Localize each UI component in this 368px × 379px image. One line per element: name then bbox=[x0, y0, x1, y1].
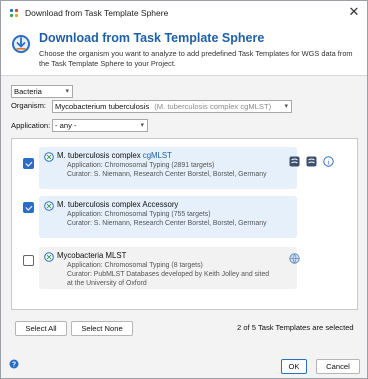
dialog-description: Choose the organism you want to analyze … bbox=[39, 49, 353, 68]
application-value: - any - bbox=[55, 121, 77, 130]
dialog-title: Download from Task Template Sphere bbox=[39, 31, 265, 45]
template-icon bbox=[44, 201, 54, 211]
template-application: Application: Chromosomal Typing (2891 ta… bbox=[67, 162, 215, 169]
dialog-footer bbox=[1, 352, 367, 378]
template-name: Mycobacteria MLST bbox=[57, 251, 127, 260]
database-link-icon[interactable] bbox=[289, 156, 300, 167]
template-card[interactable]: M. tuberculosis complex cgMLST Applicati… bbox=[39, 147, 297, 189]
list-item[interactable]: M. tuberculosis complex Accessory Applic… bbox=[12, 196, 357, 246]
svg-text:?: ? bbox=[12, 362, 16, 369]
organism-label: Organism: bbox=[11, 101, 47, 110]
organism-value: Mycobacterium tuberculosis bbox=[55, 102, 150, 111]
select-all-button[interactable]: Select All bbox=[15, 321, 67, 336]
chevron-down-icon: ▾ bbox=[140, 122, 144, 129]
title-bar: Download from Task Template Sphere ✕ bbox=[1, 1, 367, 25]
selection-count: 2 of 5 Task Templates are selected bbox=[237, 323, 354, 332]
ok-button[interactable]: OK bbox=[281, 359, 307, 374]
template-name: M. tuberculosis complex cgMLST bbox=[57, 151, 172, 160]
template-icon bbox=[44, 252, 54, 262]
template-card[interactable]: M. tuberculosis complex Accessory Applic… bbox=[39, 196, 297, 238]
chevron-down-icon: ▾ bbox=[65, 88, 69, 95]
svg-text:i: i bbox=[328, 158, 330, 166]
template-curator-extra: at the University of Oxford bbox=[67, 280, 147, 287]
cancel-button[interactable]: Cancel bbox=[316, 359, 360, 374]
download-sphere-icon bbox=[12, 35, 30, 53]
help-icon[interactable]: ? bbox=[9, 359, 19, 369]
globe-icon[interactable] bbox=[289, 253, 300, 264]
application-select[interactable]: - any - ▾ bbox=[52, 119, 148, 132]
dialog-header: Download from Task Template Sphere Choos… bbox=[1, 25, 367, 76]
template-icon bbox=[44, 152, 54, 162]
template-curator: Curator: PubMLST Databases developed by … bbox=[67, 271, 270, 278]
template-name: M. tuberculosis complex Accessory bbox=[57, 200, 179, 209]
database-link-icon[interactable] bbox=[306, 156, 317, 167]
template-application: Application: Chromosomal Typing (8 targe… bbox=[67, 262, 203, 269]
app-icon bbox=[9, 8, 19, 18]
list-item[interactable]: M. tuberculosis complex cgMLST Applicati… bbox=[12, 147, 357, 197]
info-icon[interactable]: i bbox=[323, 156, 334, 167]
chevron-down-icon: ▾ bbox=[284, 103, 288, 110]
category-select[interactable]: Bacteria ▾ bbox=[11, 85, 73, 98]
category-value: Bacteria bbox=[14, 87, 42, 96]
template-checkbox[interactable] bbox=[23, 158, 34, 169]
organism-hint: (M. tuberculosis complex cgMLST) bbox=[154, 102, 272, 111]
template-list[interactable]: M. tuberculosis complex cgMLST Applicati… bbox=[11, 138, 358, 310]
dialog-window: Download from Task Template Sphere ✕ Dow… bbox=[0, 0, 368, 379]
template-checkbox[interactable] bbox=[23, 255, 34, 266]
select-none-button[interactable]: Select None bbox=[71, 321, 133, 336]
organism-select[interactable]: Mycobacterium tuberculosis (M. tuberculo… bbox=[52, 100, 292, 113]
window-title: Download from Task Template Sphere bbox=[25, 8, 169, 18]
template-curator: Curator: S. Niemann, Research Center Bor… bbox=[67, 171, 267, 178]
template-checkbox[interactable] bbox=[23, 202, 34, 213]
template-card[interactable]: Mycobacteria MLST Application: Chromosom… bbox=[39, 247, 297, 289]
template-curator: Curator: S. Niemann, Research Center Bor… bbox=[67, 220, 267, 227]
close-icon[interactable]: ✕ bbox=[347, 5, 361, 19]
list-item[interactable]: Mycobacteria MLST Application: Chromosom… bbox=[12, 247, 357, 297]
template-application: Application: Chromosomal Typing (755 tar… bbox=[67, 211, 211, 218]
application-label: Application: bbox=[11, 121, 51, 130]
